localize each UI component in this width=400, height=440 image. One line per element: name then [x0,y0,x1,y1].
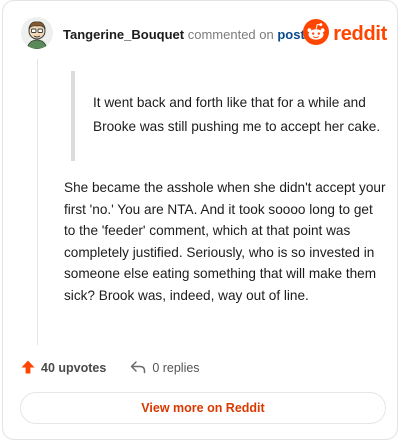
upvote-action[interactable]: 40 upvotes [21,360,106,377]
comment-actions: 40 upvotes 0 replies [21,357,224,379]
view-more-label: View more on Reddit [141,401,265,415]
upvote-count: 40 upvotes [41,361,107,375]
reply-count: 0 replies [152,361,200,375]
author-line: Tangerine_Bouquet commented on post [63,27,305,43]
commented-on-text: commented on [187,27,274,42]
embedded-comment-card: Tangerine_Bouquet commented on post redd… [2,0,398,440]
view-more-button[interactable]: View more on Reddit [20,392,386,424]
thread-line [37,59,38,345]
upvote-arrow-icon[interactable] [21,360,41,377]
user-avatar-icon[interactable] [21,17,53,49]
quoted-text: It went back and forth like that for a w… [71,71,383,161]
reddit-wordmark: reddit [333,22,387,45]
author-name[interactable]: Tangerine_Bouquet [63,27,184,42]
reply-action[interactable]: 0 replies [130,360,200,377]
reddit-logo-icon [303,18,330,50]
comment-header: Tangerine_Bouquet commented on post redd… [21,17,387,51]
post-link[interactable]: post [277,27,304,42]
reddit-brand[interactable]: reddit [303,18,387,50]
reply-arrow-icon[interactable] [130,360,152,377]
comment-body: She became the asshole when she didn't a… [64,180,386,303]
